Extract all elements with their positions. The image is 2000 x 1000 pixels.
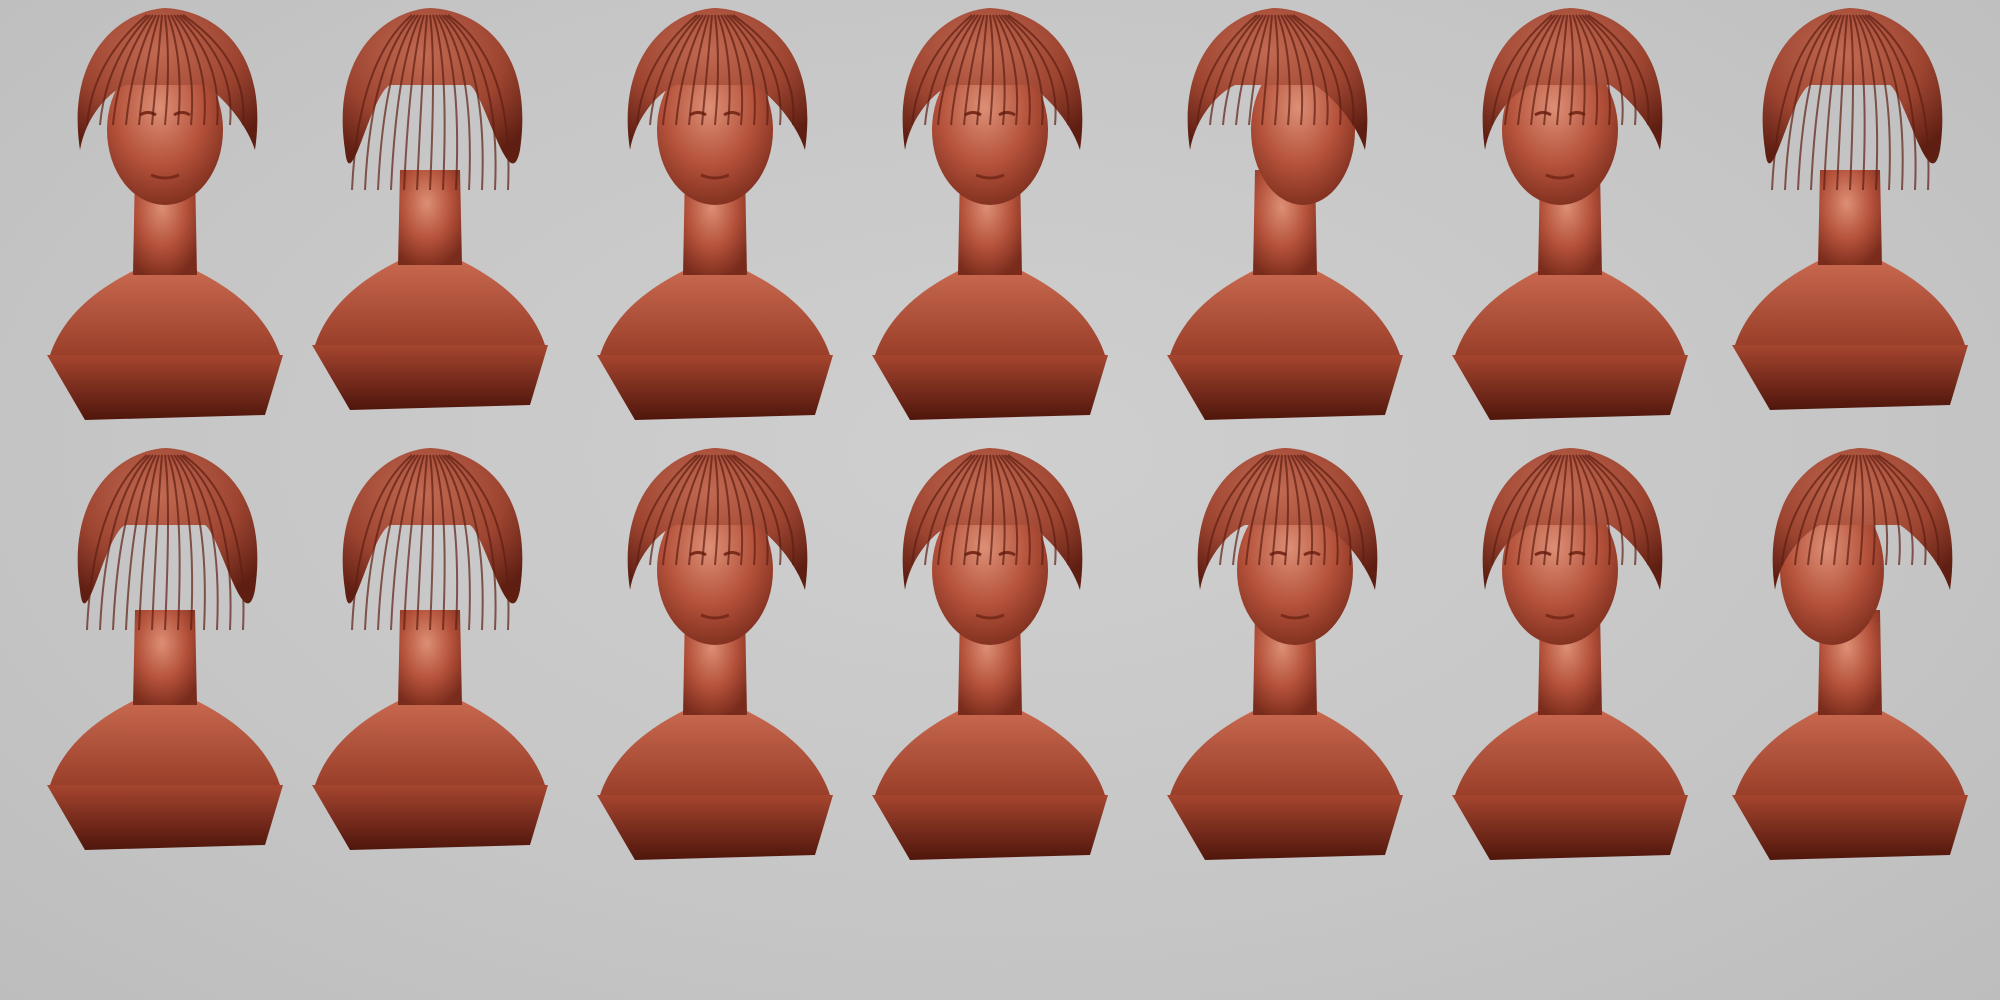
bust-chest: [1735, 260, 1965, 345]
bust-base: [872, 795, 1108, 860]
bust-render-grid: [47, 8, 1968, 860]
bust-chest: [600, 270, 830, 355]
bust-base: [1732, 345, 1968, 410]
bust-render-4: [872, 8, 1108, 420]
bust-base: [1452, 795, 1688, 860]
bust-base: [872, 355, 1108, 420]
bust-base: [312, 785, 548, 850]
bust-render-14: [1732, 448, 1968, 860]
bust-chest: [50, 270, 280, 355]
bust-base: [1167, 795, 1403, 860]
bust-chest: [1170, 710, 1400, 795]
bust-chest: [50, 700, 280, 785]
bust-base: [47, 355, 283, 420]
bust-chest: [1735, 710, 1965, 795]
bust-chest: [315, 260, 545, 345]
bust-render-13: [1452, 448, 1688, 860]
bust-render-10: [597, 448, 833, 860]
bust-base: [597, 795, 833, 860]
bust-base: [47, 785, 283, 850]
bust-render-3: [597, 8, 833, 420]
bust-render-9: [312, 448, 548, 850]
bust-chest: [875, 710, 1105, 795]
bust-base: [1452, 355, 1688, 420]
bust-render-5: [1167, 8, 1403, 420]
bust-chest: [1170, 270, 1400, 355]
bust-render-7: [1732, 8, 1968, 410]
bust-base: [597, 355, 833, 420]
bust-chest: [1455, 710, 1685, 795]
bust-base: [312, 345, 548, 410]
bust-render-11: [872, 448, 1108, 860]
bust-chest: [875, 270, 1105, 355]
bust-render-1: [47, 8, 283, 420]
bust-render-6: [1452, 8, 1688, 420]
bust-chest: [600, 710, 830, 795]
bust-base: [1732, 795, 1968, 860]
bust-render-8: [47, 448, 283, 850]
bust-render-2: [312, 8, 548, 410]
bust-base: [1167, 355, 1403, 420]
bust-chest: [1455, 270, 1685, 355]
bust-render-12: [1167, 448, 1403, 860]
bust-chest: [315, 700, 545, 785]
render-viewport: [0, 0, 2000, 1000]
